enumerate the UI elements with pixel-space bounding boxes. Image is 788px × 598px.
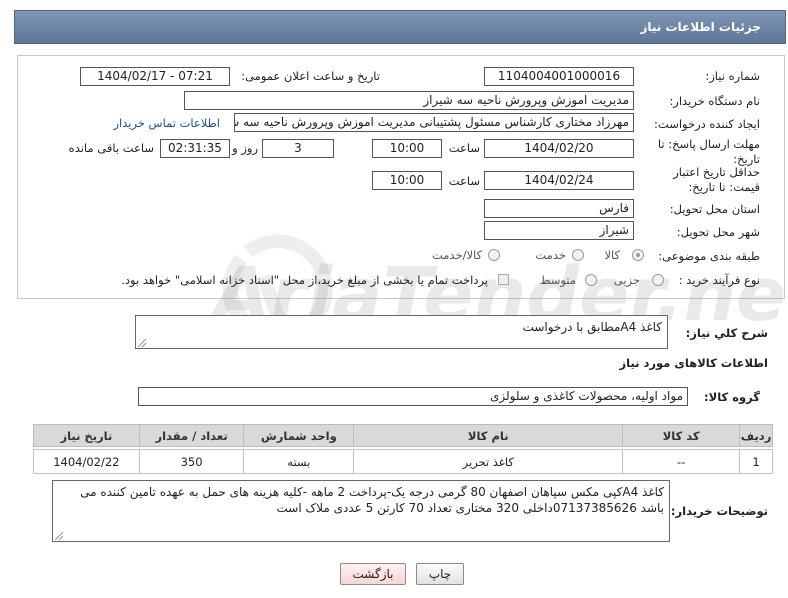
print-button[interactable]: چاپ	[416, 563, 464, 585]
cell-quantity: 350	[138, 449, 245, 474]
col-header-name: نام کالا	[353, 424, 624, 447]
col-header-row: ردیف	[739, 424, 773, 447]
reply-time-field: 10:00	[372, 139, 442, 158]
treasury-bonds-checkbox[interactable]	[498, 274, 509, 285]
buyer-notes-label: توضیحات خریدار:	[670, 504, 768, 518]
items-table: ردیف کد کالا نام کالا واحد شمارش تعداد /…	[33, 424, 773, 474]
remaining-days-field: 3	[262, 139, 334, 158]
summary-field: کاغذ A4مطابق با درخواست	[135, 315, 668, 349]
price-time-label: ساعت	[448, 174, 480, 188]
buyer-org-label: نام دستگاه خریدار:	[669, 94, 760, 108]
process-type-label: نوع فرآیند خرید :	[678, 273, 760, 287]
page-header: جزئیات اطلاعات نیاز	[14, 10, 786, 44]
resize-grip-icon[interactable]	[138, 339, 146, 347]
col-header-quantity: تعداد / مقدار	[138, 424, 245, 447]
treasury-bonds-note: پرداخت تمام یا بخشی از مبلغ خرید،از محل …	[121, 273, 488, 287]
buyer-org-field: مدیریت اموزش وپرورش ناحیه سه شیراز	[184, 91, 634, 110]
reply-time-label: ساعت	[448, 141, 480, 155]
need-number-field: 1104004001000016	[484, 67, 634, 86]
goods-group-field: مواد اولیه، محصولات کاغذی و سلولزی	[138, 387, 688, 406]
province-label: استان محل تحویل:	[669, 202, 760, 216]
category-option-service: خدمت	[535, 248, 566, 262]
cell-name: کاغذ تحریر	[353, 449, 624, 474]
col-header-code: کد کالا	[622, 424, 741, 447]
cell-unit: بسته	[243, 449, 355, 474]
resize-grip-icon[interactable]	[55, 532, 63, 540]
cell-row-number: 1	[739, 449, 773, 474]
items-table-header: ردیف کد کالا نام کالا واحد شمارش تعداد /…	[33, 424, 773, 447]
need-number-label: شماره نیاز:	[705, 69, 760, 83]
creator-label: ایجاد کننده درخواست:	[654, 117, 760, 131]
summary-label: شرح کلي نياز:	[685, 326, 768, 340]
creator-field: مهرزاد مختاری کارشناس مسئول پشتیبانی مدی…	[234, 113, 634, 132]
col-header-unit: واحد شمارش	[243, 424, 355, 447]
city-field: شیراز	[484, 221, 634, 240]
category-option-goods-service: کالا/خدمت	[431, 248, 482, 262]
back-button[interactable]: بازگشت	[340, 563, 406, 585]
cell-code: --	[622, 449, 741, 474]
price-date-field: 1404/02/24	[484, 171, 634, 190]
announce-datetime-field: 1404/02/17 - 07:21	[80, 67, 230, 86]
buyer-notes-text: کاغذ A4کپی مکس سپاهان اصفهان 80 گرمی درج…	[80, 485, 664, 515]
process-option-medium: متوسط	[539, 273, 576, 287]
buyer-contact-link[interactable]: اطلاعات تماس خریدار	[113, 116, 220, 130]
process-radio-medium[interactable]	[585, 274, 597, 286]
cell-date: 1404/02/22	[33, 449, 140, 474]
remaining-time-field: 02:31:35	[160, 139, 230, 158]
goods-group-label: گروه کالا:	[704, 390, 760, 404]
city-label: شهر محل تحویل:	[676, 225, 760, 239]
category-label: طبقه بندی موضوعی:	[658, 249, 760, 263]
price-time-field: 10:00	[372, 171, 442, 190]
category-radio-goods-service[interactable]	[488, 249, 500, 261]
process-option-minor: جزیی	[613, 273, 640, 287]
price-deadline-label: حداقل تاریخ اعتبار قیمت: تا تاریخ:	[673, 165, 760, 194]
page-title: جزئیات اطلاعات نیاز	[640, 20, 761, 34]
buyer-notes-field: کاغذ A4کپی مکس سپاهان اصفهان 80 گرمی درج…	[52, 480, 670, 542]
table-row: 1 -- کاغذ تحریر بسته 350 1404/02/22	[33, 449, 773, 474]
province-field: فارس	[484, 199, 634, 218]
announce-label: تاریخ و ساعت اعلان عمومی:	[241, 69, 380, 83]
reply-date-field: 1404/02/20	[484, 139, 634, 158]
col-header-date: تاریخ نیاز	[33, 424, 140, 447]
summary-text: کاغذ A4مطابق با درخواست	[522, 320, 662, 334]
remaining-time-label: ساعت باقی مانده	[68, 141, 154, 155]
category-radio-goods[interactable]	[632, 249, 644, 261]
category-radio-service[interactable]	[572, 249, 584, 261]
reply-deadline-label: مهلت ارسال پاسخ: تا تاریخ:	[657, 137, 760, 166]
days-label: روز و	[232, 141, 258, 155]
category-option-goods: کالا	[604, 248, 620, 262]
process-radio-minor[interactable]	[652, 274, 664, 286]
goods-section-title: اطلاعات کالاهای مورد نیاز	[619, 356, 768, 370]
